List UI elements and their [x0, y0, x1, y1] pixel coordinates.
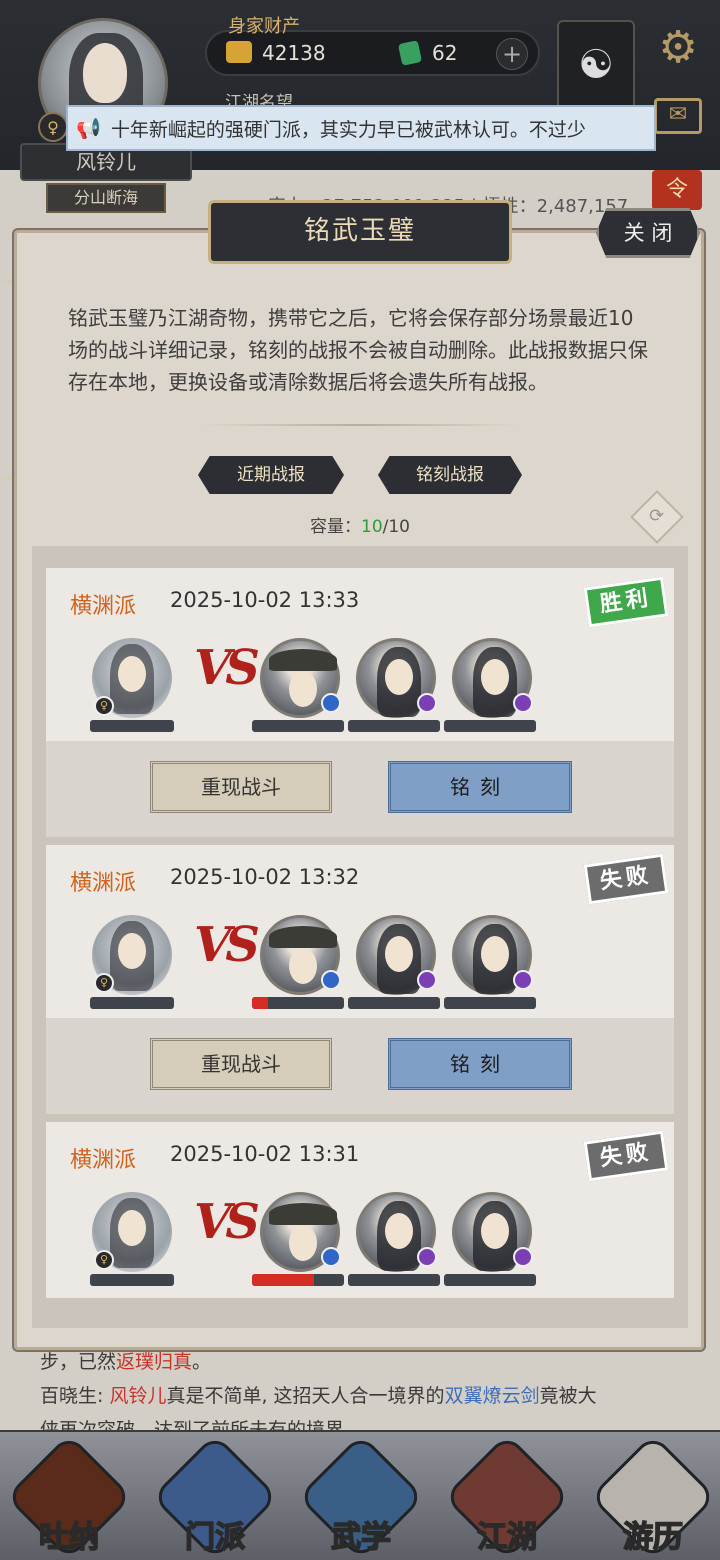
replay-battle-button[interactable]: 重现战斗 — [150, 761, 332, 813]
opponent-faction: 横渊派 — [70, 1148, 137, 1173]
opponent-faction: 横渊派 — [70, 594, 137, 619]
battle-time: 2025-10-02 13:33 — [170, 588, 360, 612]
bottom-navigation: 吐纳 门派 武学 江湖 游历 — [0, 1432, 720, 1560]
fire-element-icon — [417, 693, 437, 713]
vs-icon: VS — [194, 917, 260, 973]
enemy-hp-bar — [444, 1274, 536, 1286]
gender-female-icon: ♀ — [94, 973, 114, 993]
player-title: 分山断海 — [46, 183, 166, 213]
gold-amount: 42138 — [262, 41, 326, 65]
megaphone-icon: 📢 — [76, 116, 101, 140]
gear-icon[interactable]: ⚙ — [654, 24, 702, 72]
vs-icon: VS — [194, 640, 260, 696]
dialog-description: 铭武玉璧乃江湖奇物，携带它之后，它将会保存部分场景最近10场的战斗详细记录，铭刻… — [68, 306, 648, 394]
enemy-hero-portrait — [260, 638, 341, 718]
vs-icon: VS — [194, 1194, 260, 1250]
result-stamp: 失败 — [583, 853, 669, 905]
taiji-icon[interactable]: ☯ — [557, 20, 635, 110]
gender-female-icon: ♀ — [38, 112, 68, 142]
enemy-hp-bar — [252, 720, 344, 732]
player-hp-bar — [90, 997, 174, 1009]
opponent-faction: 横渊派 — [70, 871, 137, 896]
fire-element-icon — [513, 1247, 533, 1267]
battle-time: 2025-10-02 13:31 — [170, 1142, 360, 1166]
enemy-hp-bar — [444, 720, 536, 732]
tab-engraved-reports[interactable]: 铭刻战报 — [378, 456, 522, 494]
close-button[interactable]: 关 闭 — [596, 208, 700, 258]
event-log: 步，已然返璞归真。 百晓生: 风铃儿真是不简单, 这招天人合一境界的双翼燎云剑竟… — [40, 1345, 690, 1435]
enemy-hero-portrait — [356, 1192, 437, 1272]
wealth-label: 身家财产 — [228, 16, 300, 37]
dialog-title: 铭武玉璧 — [208, 200, 512, 264]
enemy-hp-bar — [348, 720, 440, 732]
nav-breathing[interactable]: 吐纳 — [4, 1432, 134, 1560]
mail-icon[interactable]: ✉ — [654, 98, 702, 134]
water-element-icon — [321, 970, 341, 990]
fire-element-icon — [417, 1247, 437, 1267]
battle-card: 横渊派 2025-10-02 13:31 失败 ♀ VS — [46, 1122, 674, 1298]
avatar-face — [83, 43, 127, 103]
divider — [200, 424, 520, 426]
nav-martial-arts[interactable]: 武学 — [296, 1432, 426, 1560]
fire-element-icon — [513, 970, 533, 990]
card-actions: 重现战斗 铭刻 — [46, 741, 674, 837]
player-hero-portrait: ♀ — [92, 915, 172, 995]
nav-sect[interactable]: 门派 — [150, 1432, 280, 1560]
enemy-hero-portrait — [260, 1192, 341, 1272]
replay-battle-button[interactable]: 重现战斗 — [150, 1038, 332, 1090]
fire-element-icon — [513, 693, 533, 713]
log-line: 百晓生: 风铃儿真是不简单, 这招天人合一境界的双翼燎云剑竟被大 — [40, 1385, 597, 1407]
fire-element-icon — [417, 970, 437, 990]
jade-amount: 62 — [432, 41, 458, 65]
enemy-hp-bar — [444, 997, 536, 1009]
player-hero-portrait: ♀ — [92, 638, 172, 718]
player-hp-bar — [90, 720, 174, 732]
enemy-hp-bar — [252, 997, 344, 1009]
battle-card: 横渊派 2025-10-02 13:32 失败 ♀ VS 重现战斗 铭刻 — [46, 845, 674, 1114]
battle-time: 2025-10-02 13:32 — [170, 865, 360, 889]
result-stamp: 胜利 — [583, 576, 669, 628]
jade-icon — [397, 40, 423, 66]
enemy-hero-portrait — [452, 638, 533, 718]
capacity-indicator: 容量：10/10 — [310, 517, 410, 537]
add-currency-button[interactable]: + — [496, 38, 528, 70]
nav-travel[interactable]: 游历 — [588, 1432, 718, 1560]
gold-ingot-icon — [226, 41, 252, 63]
enemy-hero-portrait — [356, 915, 437, 995]
result-stamp: 失败 — [583, 1130, 669, 1182]
gender-female-icon: ♀ — [94, 696, 114, 716]
log-line: 步，已然返璞归真。 — [40, 1351, 212, 1373]
enemy-hero-portrait — [260, 915, 341, 995]
battle-card: 横渊派 2025-10-02 13:33 胜利 ♀ VS 重现战斗 铭刻 — [46, 568, 674, 837]
announcement-text: 十年新崛起的强硬门派，其实力早已被武林认可。不过少 — [110, 118, 586, 141]
enemy-hero-portrait — [452, 1192, 533, 1272]
water-element-icon — [321, 693, 341, 713]
enemy-hp-bar — [252, 1274, 344, 1286]
announcement-banner[interactable]: 📢 十年新崛起的强硬门派，其实力早已被武林认可。不过少 — [66, 105, 656, 151]
engrave-button[interactable]: 铭刻 — [388, 1038, 572, 1090]
tab-recent-reports[interactable]: 近期战报 — [198, 456, 344, 494]
enemy-hp-bar — [348, 997, 440, 1009]
enemy-hero-portrait — [452, 915, 533, 995]
water-element-icon — [321, 1247, 341, 1267]
card-actions: 重现战斗 铭刻 — [46, 1018, 674, 1114]
engrave-button[interactable]: 铭刻 — [388, 761, 572, 813]
player-hp-bar — [90, 1274, 174, 1286]
enemy-hero-portrait — [356, 638, 437, 718]
gender-female-icon: ♀ — [94, 1250, 114, 1270]
player-hero-portrait: ♀ — [92, 1192, 172, 1272]
enemy-hp-bar — [348, 1274, 440, 1286]
order-badge[interactable]: 令 — [652, 170, 702, 210]
nav-jianghu[interactable]: 江湖 — [442, 1432, 572, 1560]
